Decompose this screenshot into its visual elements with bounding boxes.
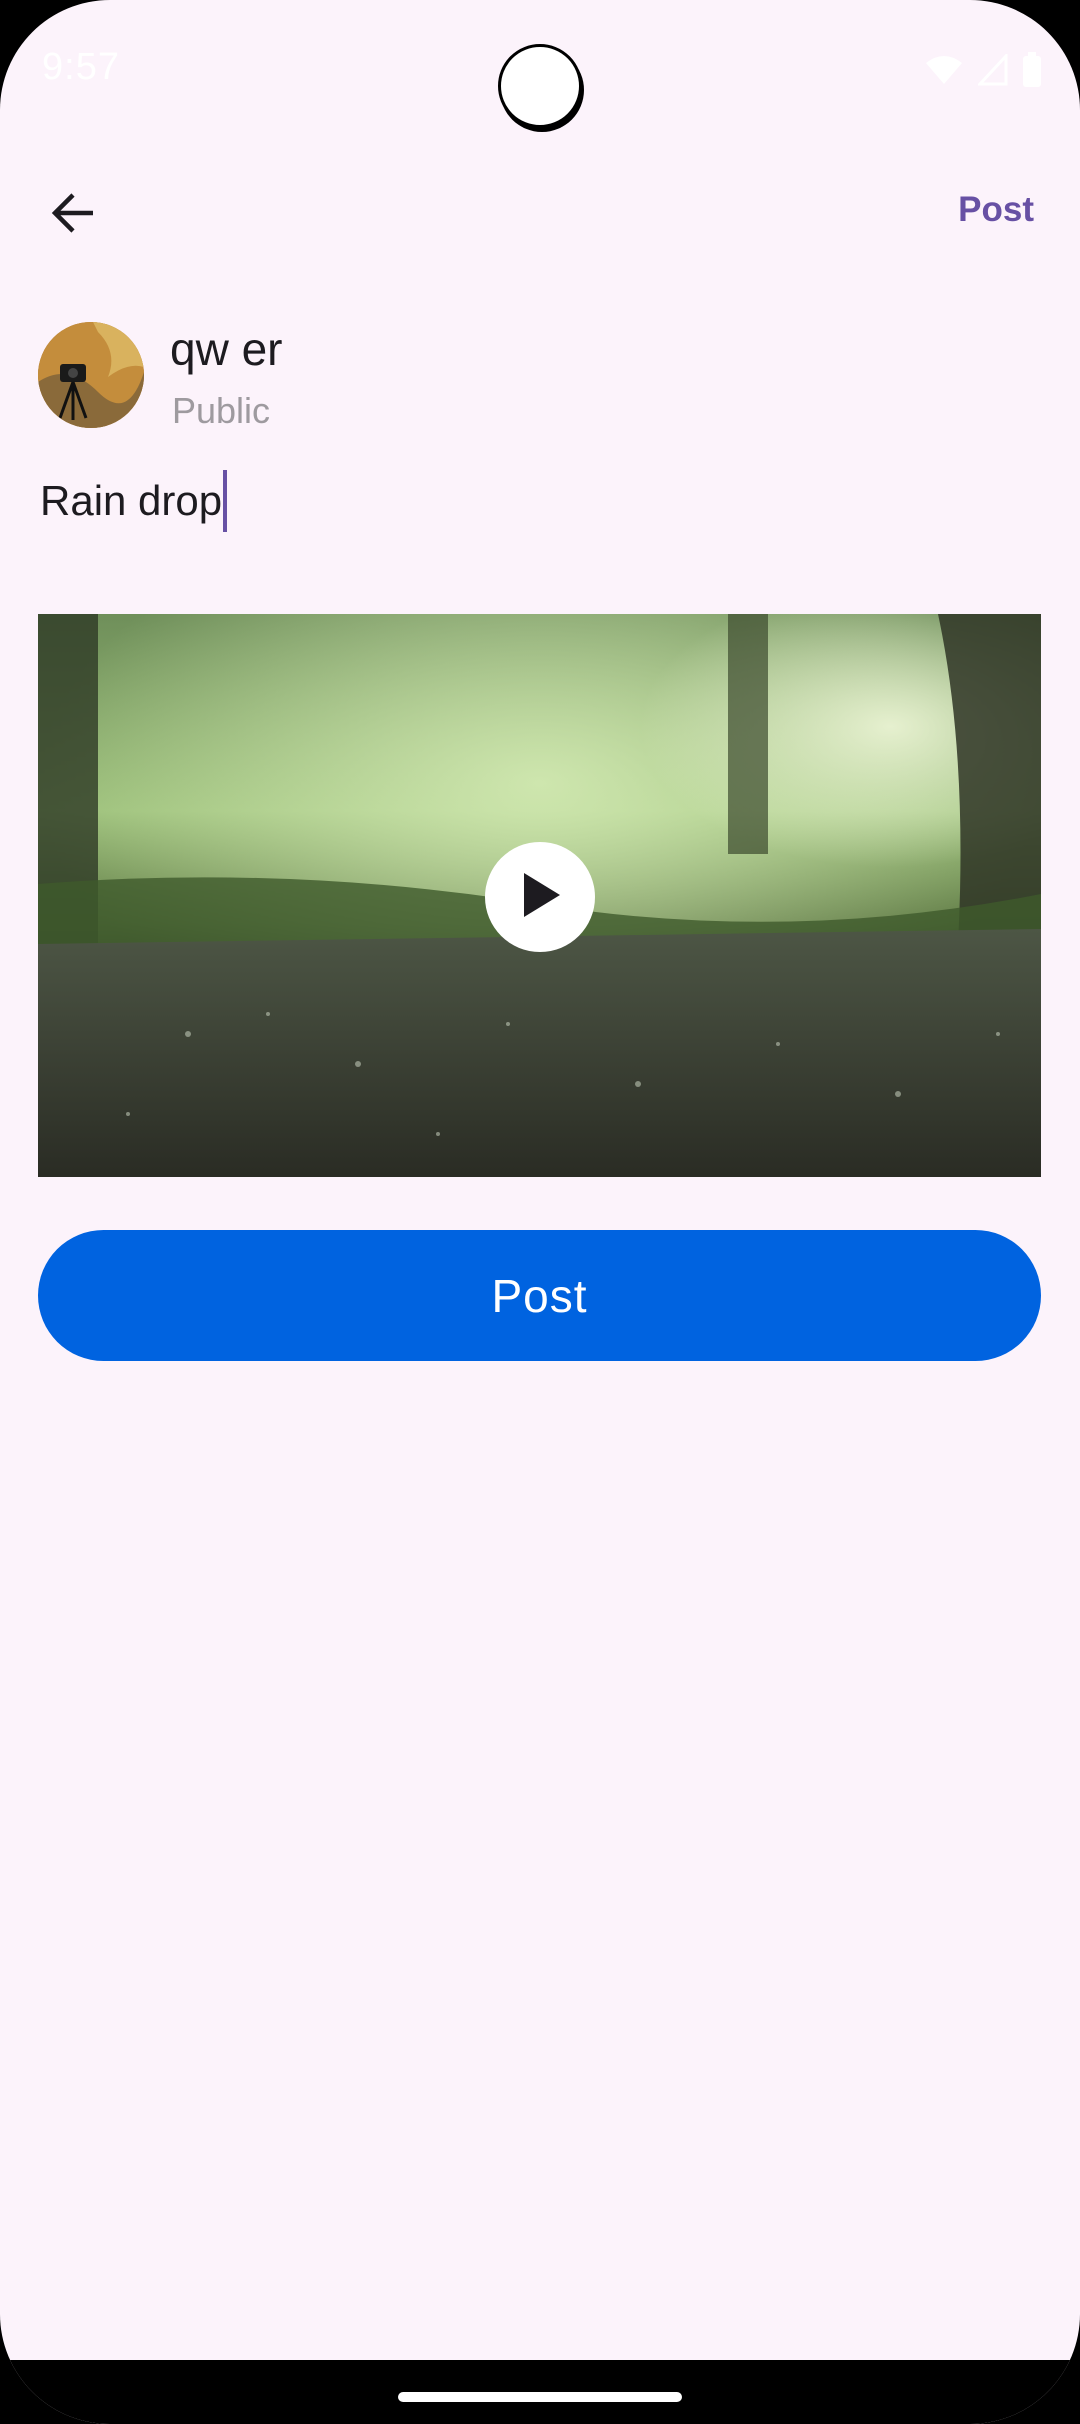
wifi-icon [924,54,964,86]
navigation-bar [0,2360,1080,2424]
visibility-label[interactable]: Public [172,390,270,432]
camera-cutout [498,44,582,128]
status-time: 9:57 [42,46,120,88]
status-bar: 9:57 [0,0,1080,140]
user-name: qw er [170,323,283,375]
post-link-button[interactable]: Post [958,190,1034,230]
post-button[interactable]: Post [38,1230,1041,1361]
avatar[interactable] [38,322,144,428]
home-gesture-handle[interactable] [398,2392,682,2402]
play-icon [518,870,562,925]
caption-input[interactable]: Rain drop [40,470,228,532]
video-thumbnail[interactable] [38,614,1041,1177]
status-icons [924,52,1042,88]
caption-text: Rain drop [40,477,223,524]
play-button[interactable] [485,842,595,952]
signal-icon [978,54,1008,86]
arrow-left-icon [49,191,97,240]
text-cursor [223,470,228,532]
phone-screen: 9:57 Post qw er Public Rain drop Post [0,0,1080,2424]
back-button[interactable] [28,170,118,260]
battery-icon [1022,52,1042,88]
